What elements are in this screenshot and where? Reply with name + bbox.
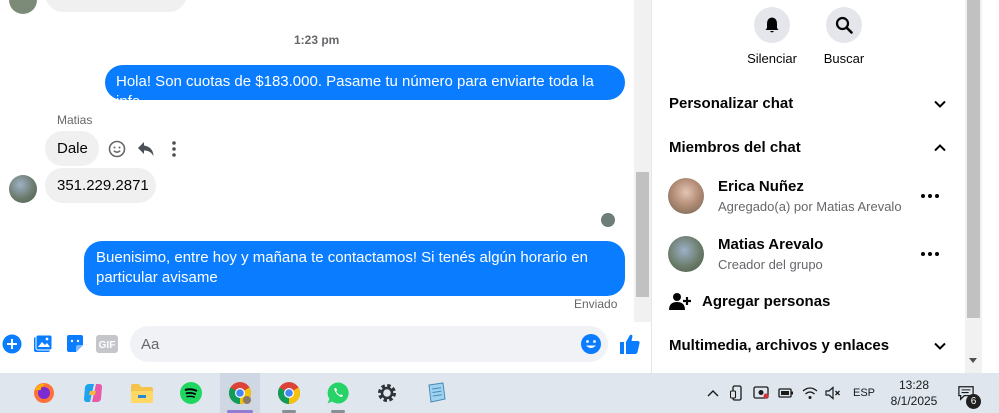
avatar [9, 0, 37, 14]
gallery-icon[interactable] [31, 332, 55, 356]
message-composer: GIF [0, 322, 651, 373]
like-icon[interactable] [618, 332, 642, 356]
system-clock[interactable]: 13:28 8/1/2025 [883, 377, 945, 409]
message-bubble-incoming[interactable]: 351.229.2871 [45, 168, 156, 203]
notepad-icon[interactable] [416, 373, 456, 413]
phone-link-icon[interactable] [729, 385, 745, 401]
clock-date: 8/1/2025 [890, 394, 938, 408]
scroll-down-arrow-icon[interactable] [969, 358, 977, 363]
read-receipt-avatar [601, 213, 615, 227]
message-bubble-partial [45, 0, 187, 12]
chevron-up-icon [934, 144, 946, 152]
sticker-icon[interactable] [63, 332, 87, 356]
whatsapp-icon[interactable] [318, 373, 358, 413]
section-title: Multimedia, archivos y enlaces [669, 336, 890, 354]
reply-icon[interactable] [136, 139, 156, 159]
react-emoji-icon[interactable] [107, 139, 127, 159]
plus-icon[interactable] [0, 332, 24, 356]
spotify-icon[interactable] [171, 373, 211, 413]
message-bubble-outgoing[interactable]: Buenisimo, entre hoy y mañana te contact… [84, 241, 625, 296]
member-row[interactable]: Erica Nuñez Agregado(a) por Matias Areva… [652, 178, 965, 228]
member-avatar [668, 178, 704, 214]
scrollbar-thumb[interactable] [967, 0, 980, 318]
search-icon [835, 16, 853, 34]
mute-action[interactable]: Silenciar [737, 7, 807, 66]
message-bubble-outgoing[interactable]: Hola! Son cuotas de $183.000. Pasame tu … [105, 65, 625, 110]
chat-info-panel: Silenciar Buscar Personalizar chat Miemb… [652, 0, 965, 373]
chevron-up-icon[interactable] [705, 385, 721, 401]
search-action[interactable]: Buscar [809, 7, 879, 66]
avatar [9, 175, 37, 203]
panel-scrollbar[interactable] [965, 0, 982, 373]
chat-pane: 1:23 pm Hola! Son cuotas de $183.000. Pa… [0, 0, 651, 373]
messenger-app: 1:23 pm Hola! Son cuotas de $183.000. Pa… [0, 0, 999, 373]
more-options-icon[interactable] [164, 139, 184, 159]
svg-text:GIF: GIF [99, 340, 116, 351]
message-status: Enviado [574, 297, 618, 311]
more-options-icon[interactable] [920, 246, 940, 262]
mute-label: Silenciar [747, 51, 797, 66]
message-sender-name: Matias [57, 113, 93, 127]
emoji-icon[interactable] [580, 333, 602, 355]
message-bubble-incoming[interactable]: Dale [45, 131, 99, 166]
member-subtitle: Creador del grupo [718, 257, 823, 272]
wifi-icon[interactable] [802, 385, 818, 401]
copilot-icon[interactable] [73, 373, 113, 413]
chrome-icon[interactable] [220, 373, 260, 413]
message-list[interactable]: 1:23 pm Hola! Son cuotas de $183.000. Pa… [0, 0, 634, 322]
section-title: Miembros del chat [669, 138, 801, 156]
scrollbar-thumb[interactable] [636, 172, 649, 297]
clock-time: 13:28 [898, 378, 930, 392]
member-avatar [668, 236, 704, 272]
member-name: Erica Nuñez [718, 178, 804, 195]
bell-icon [765, 17, 779, 33]
message-input[interactable] [130, 326, 570, 362]
chrome-icon[interactable] [269, 373, 309, 413]
section-chat-members[interactable]: Miembros del chat [652, 131, 965, 163]
mute-button[interactable] [754, 7, 790, 43]
search-button[interactable] [826, 7, 862, 43]
notification-count-badge: 6 [966, 394, 981, 409]
section-customize-chat[interactable]: Personalizar chat [652, 87, 965, 119]
chat-scrollbar[interactable] [634, 0, 651, 322]
section-title: Personalizar chat [669, 94, 794, 112]
member-name: Matias Arevalo [718, 236, 824, 253]
input-language[interactable]: ESP [853, 387, 875, 399]
settings-icon[interactable] [367, 373, 407, 413]
taskbar: ESP 13:28 8/1/2025 6 [0, 373, 999, 413]
member-subtitle: Agregado(a) por Matias Arevalo [718, 199, 902, 214]
add-person-icon [669, 293, 691, 310]
volume-muted-icon[interactable] [825, 385, 841, 401]
file-explorer-icon[interactable] [122, 373, 162, 413]
gif-icon[interactable]: GIF [95, 332, 119, 356]
chevron-down-icon [934, 100, 946, 108]
window-edge [982, 0, 999, 373]
battery-icon[interactable] [778, 385, 794, 401]
member-row[interactable]: Matias Arevalo Creador del grupo [652, 236, 965, 286]
more-options-icon[interactable] [920, 188, 940, 204]
add-people-label: Agregar personas [702, 293, 831, 310]
firefox-icon[interactable] [24, 373, 64, 413]
section-media-files-links[interactable]: Multimedia, archivos y enlaces [652, 329, 965, 361]
add-people-button[interactable]: Agregar personas [652, 287, 965, 317]
message-timestamp: 1:23 pm [294, 33, 340, 47]
search-label: Buscar [823, 51, 865, 66]
screen-capture-icon[interactable] [753, 385, 769, 401]
chevron-down-icon [934, 342, 946, 350]
message-input-container [130, 326, 608, 362]
